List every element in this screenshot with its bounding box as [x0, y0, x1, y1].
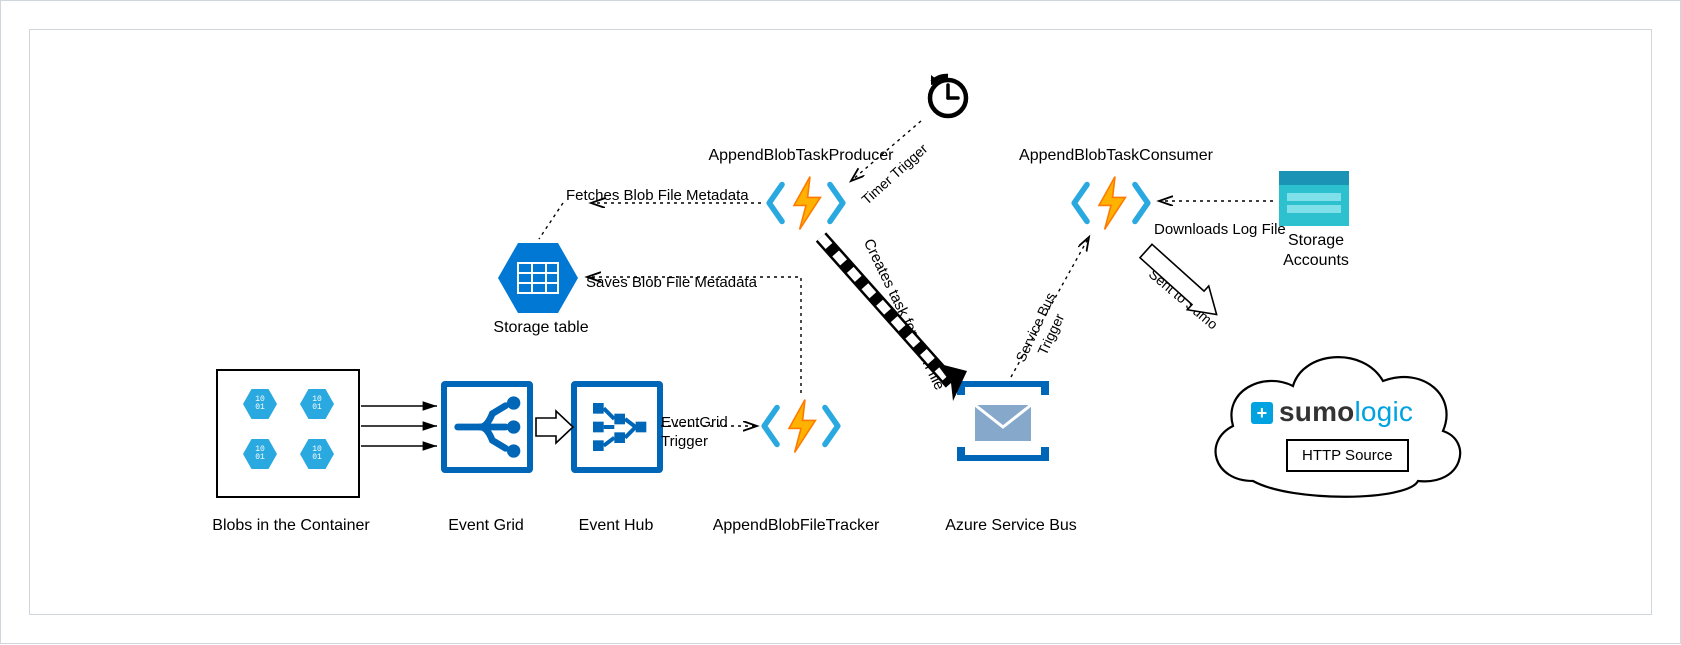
connectors — [1, 1, 1681, 645]
hollow-arrow — [536, 411, 573, 443]
sent-to-sumo-arrow — [1135, 239, 1227, 326]
diagram-frame: 1001 1001 1001 1001 Blobs in the Contain… — [0, 0, 1681, 644]
thick-dashed-arrow — [821, 237, 967, 401]
